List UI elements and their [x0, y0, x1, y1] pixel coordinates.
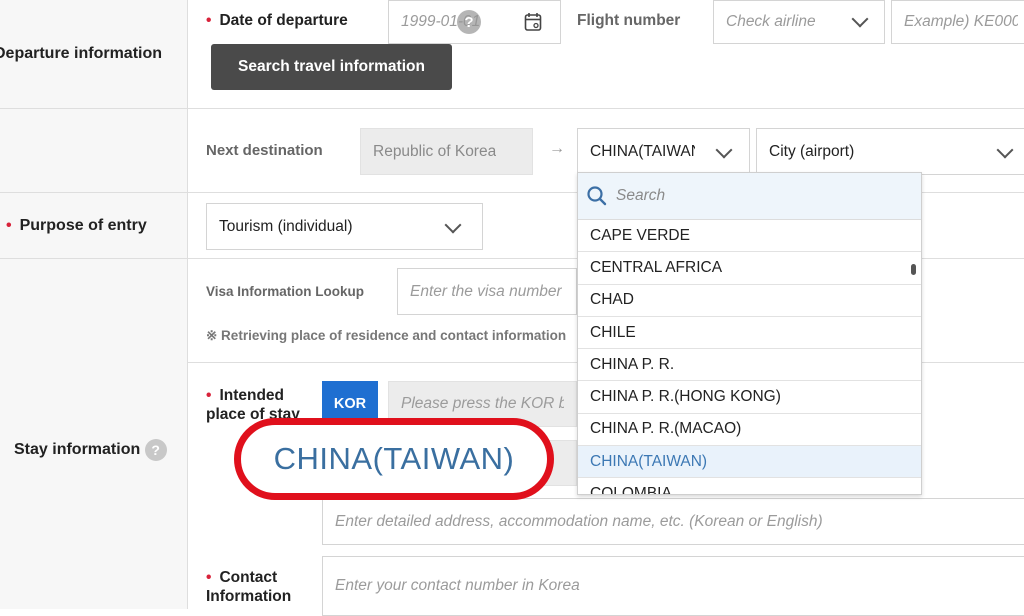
contact-number-input[interactable]: Enter your contact number in Korea — [322, 556, 1024, 616]
city-airport-select[interactable]: City (airport) — [756, 128, 1024, 175]
help-icon[interactable]: ? — [457, 10, 481, 34]
date-of-departure-label: • Date of departure — [206, 12, 348, 29]
chevron-down-icon — [851, 10, 869, 28]
chevron-down-icon — [715, 141, 733, 159]
required-marker: • — [6, 217, 12, 234]
from-country-field: Republic of Korea — [360, 128, 533, 175]
help-icon[interactable]: ? — [144, 439, 167, 461]
visa-number-input[interactable]: Enter the visa number — [397, 268, 577, 315]
list-item[interactable]: CHINA P. R.(HONG KONG) — [578, 381, 921, 414]
country-select[interactable]: CHINA(TAIWAN) — [577, 128, 750, 175]
required-marker: • — [206, 387, 212, 404]
list-item[interactable]: CHINA P. R.(MACAO) — [578, 414, 921, 447]
retrieval-notice: ※ Retrieving place of residence and cont… — [206, 328, 567, 343]
contact-info-label: • Contact Information — [206, 569, 292, 605]
flight-number-input[interactable]: Example) KE000 — [891, 0, 1024, 44]
list-item[interactable]: CAPE VERDE — [578, 220, 921, 253]
dropdown-list: CAPE VERDE CENTRAL AFRICA CHAD CHILE CHI… — [578, 220, 921, 494]
row-divider — [0, 108, 1024, 109]
callout-text: CHINA(TAIWAN) — [273, 441, 515, 476]
departure-section-label: Departure information — [0, 45, 163, 62]
chevron-down-icon — [996, 141, 1014, 159]
airline-select[interactable]: Check airline — [713, 0, 885, 44]
list-item[interactable]: CHINA P. R. — [578, 349, 921, 382]
purpose-select[interactable]: Tourism (individual) — [206, 203, 483, 250]
list-item-selected[interactable]: CHINA(TAIWAN) — [578, 446, 921, 479]
purpose-of-entry-label: • Purpose of entry — [6, 217, 147, 234]
calendar-icon[interactable] — [524, 12, 542, 32]
highlight-callout: CHINA(TAIWAN) — [234, 418, 554, 500]
next-destination-label: Next destination — [206, 142, 323, 159]
visa-lookup-label: Visa Information Lookup — [206, 284, 365, 299]
search-icon — [587, 186, 607, 206]
required-marker: • — [206, 569, 212, 586]
search-travel-info-button[interactable]: Search travel information — [211, 44, 452, 90]
chevron-down-icon — [444, 216, 462, 234]
scrollbar-thumb[interactable] — [911, 264, 916, 275]
list-item[interactable]: CENTRAL AFRICA — [578, 252, 921, 285]
stay-section-label: Stay information ? — [14, 439, 167, 461]
column-divider — [187, 0, 188, 609]
required-marker: • — [206, 12, 212, 29]
country-dropdown[interactable]: Search CAPE VERDE CENTRAL AFRICA CHAD CH… — [577, 172, 922, 495]
dropdown-search[interactable]: Search — [578, 173, 921, 220]
list-item[interactable]: COLOMBIA — [578, 478, 921, 494]
list-item[interactable]: CHAD — [578, 285, 921, 317]
list-item[interactable]: CHILE — [578, 317, 921, 350]
detailed-address-input[interactable]: Enter detailed address, accommodation na… — [322, 498, 1024, 545]
arrow-right-icon: → — [549, 140, 565, 157]
label-column — [0, 0, 187, 609]
flight-number-label: Flight number — [577, 12, 681, 29]
